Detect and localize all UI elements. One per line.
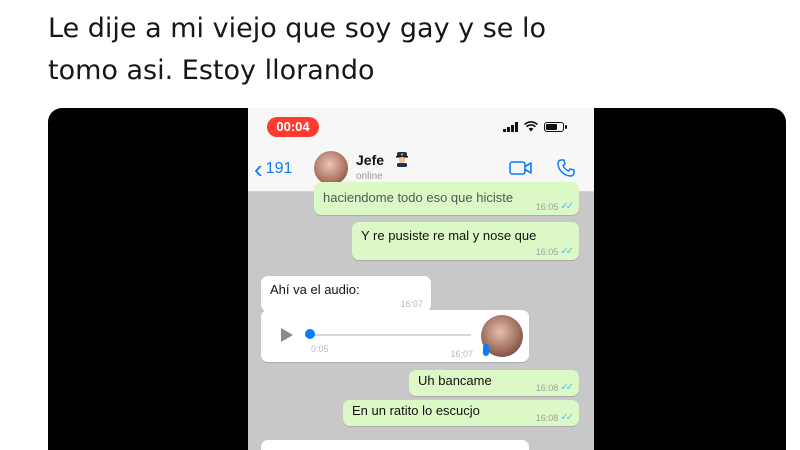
back-button[interactable]: ‹ 191 bbox=[254, 156, 292, 182]
message-time: 16:08 bbox=[535, 412, 559, 423]
message-bubble-incoming-partial[interactable] bbox=[261, 440, 529, 450]
video-call-icon[interactable] bbox=[509, 160, 533, 176]
contact-name[interactable]: Jefe bbox=[356, 152, 384, 168]
message-time: 16:07 bbox=[400, 299, 423, 309]
message-bubble-outgoing[interactable]: Uh bancame 16:08 ✓✓ bbox=[409, 370, 579, 396]
message-time: 16:05 bbox=[535, 246, 559, 257]
audio-message-bubble[interactable]: 0:05 16:07 bbox=[261, 310, 529, 362]
message-meta: 16:07 bbox=[400, 299, 423, 309]
message-text: Ahí va el audio: bbox=[270, 282, 360, 297]
microphone-icon bbox=[483, 344, 489, 356]
message-bubble-outgoing[interactable]: Y re pusiste re mal y nose que 16:05 ✓✓ bbox=[352, 222, 579, 260]
battery-icon bbox=[544, 121, 567, 132]
message-time: 16:07 bbox=[450, 349, 473, 359]
double-check-icon: ✓✓ bbox=[560, 201, 574, 212]
play-icon[interactable] bbox=[281, 328, 293, 342]
message-meta: 16:07 bbox=[450, 349, 473, 359]
status-bar: 00:04 bbox=[248, 108, 594, 148]
message-meta: 16:05 ✓✓ bbox=[535, 201, 574, 212]
status-icons bbox=[503, 121, 567, 132]
message-text: haciendome todo eso que hiciste bbox=[323, 190, 514, 205]
message-meta: 16:05 ✓✓ bbox=[535, 246, 574, 257]
phone-screenshot: 00:04 ‹ 191 Jefe online haciendome todo … bbox=[248, 108, 594, 450]
double-check-icon: ✓✓ bbox=[560, 246, 574, 257]
cellular-signal-icon bbox=[503, 121, 518, 132]
chevron-left-icon: ‹ bbox=[254, 154, 263, 184]
phone-call-icon[interactable] bbox=[556, 158, 576, 178]
police-officer-emoji-icon bbox=[396, 152, 408, 167]
tweet-caption: Le dije a mi viejo que soy gay y se lo t… bbox=[48, 8, 768, 92]
audio-progress-track[interactable] bbox=[311, 334, 471, 336]
caption-line-1: Le dije a mi viejo que soy gay y se lo bbox=[48, 13, 546, 44]
message-bubble-outgoing[interactable]: haciendome todo eso que hiciste 16:05 ✓✓ bbox=[314, 182, 579, 215]
message-meta: 16:08 ✓✓ bbox=[535, 412, 574, 423]
contact-avatar[interactable] bbox=[314, 151, 348, 185]
chat-messages: haciendome todo eso que hiciste 16:05 ✓✓… bbox=[248, 182, 594, 450]
message-time: 16:08 bbox=[535, 382, 559, 393]
contact-status: online bbox=[356, 171, 383, 182]
screen-record-indicator[interactable]: 00:04 bbox=[267, 117, 319, 137]
audio-duration: 0:05 bbox=[311, 344, 329, 354]
wifi-icon bbox=[524, 121, 538, 132]
message-bubble-outgoing[interactable]: En un ratito lo escucjo 16:08 ✓✓ bbox=[343, 400, 579, 426]
message-time: 16:05 bbox=[535, 201, 559, 212]
message-bubble-incoming[interactable]: Ahí va el audio: 16:07 bbox=[261, 276, 431, 312]
message-meta: 16:08 ✓✓ bbox=[535, 382, 574, 393]
double-check-icon: ✓✓ bbox=[560, 382, 574, 393]
double-check-icon: ✓✓ bbox=[560, 412, 574, 423]
unread-count: 191 bbox=[265, 160, 293, 177]
caption-line-2: tomo asi. Estoy llorando bbox=[48, 55, 375, 86]
message-text: Y re pusiste re mal y nose que bbox=[361, 228, 537, 243]
audio-progress-handle[interactable] bbox=[305, 329, 315, 339]
